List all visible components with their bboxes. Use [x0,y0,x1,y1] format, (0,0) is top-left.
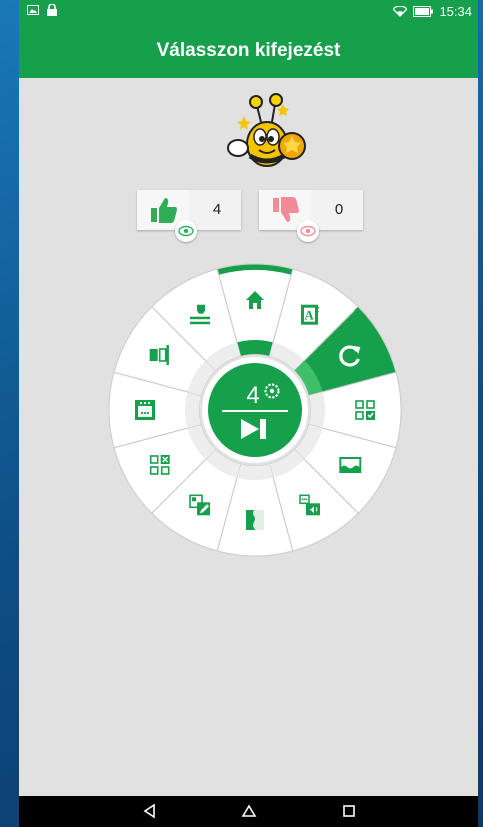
back-icon[interactable] [142,803,158,819]
center-count: 4 [246,382,259,409]
dislike-counter[interactable]: 0 [259,190,363,242]
like-count: 4 [212,201,222,218]
dots-panel-icon [135,400,155,420]
recents-icon[interactable] [341,803,357,819]
home-nav-icon[interactable] [241,803,257,819]
system-nav-bar [19,796,478,827]
app-bar: Válasszon kifejezést [19,24,478,78]
eye-icon [300,225,316,237]
bee-mascot-icon [227,93,306,167]
battery-icon [413,6,434,17]
wifi-icon [393,6,408,17]
svg-text:A: A [304,308,314,323]
dislike-count: 0 [334,201,344,218]
page-title: Válasszon kifejezést [156,40,341,61]
image-frame-icon [339,457,362,473]
column-half-icon [246,510,264,532]
eye-icon [178,225,194,237]
status-bar: 15:34 [19,0,478,24]
action-wheel: AZ 4 [108,263,402,557]
status-time: 15:34 [439,4,472,19]
image-icon [27,5,39,15]
app-screen: 15:34 Válasszon kifejezést 4 0 A Z 4 [19,0,478,827]
dictionary-icon: AZ [301,304,320,325]
like-counter[interactable]: 4 [137,190,241,242]
svg-text:Z: Z [316,308,320,314]
lock-icon [47,4,57,16]
